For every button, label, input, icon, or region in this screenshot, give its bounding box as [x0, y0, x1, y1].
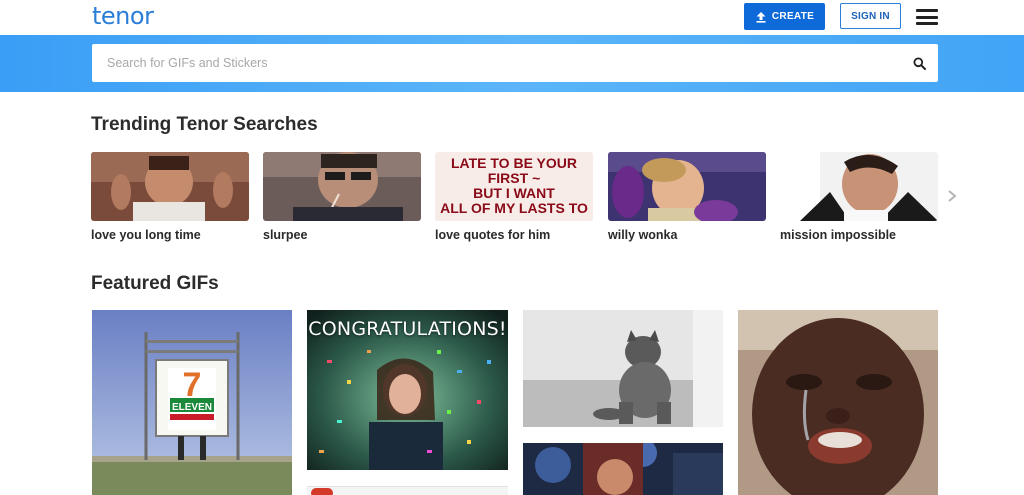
featured-title: Featured GIFs — [91, 273, 219, 294]
trending-thumbnail[interactable]: LATE TO BE YOUR FIRST ~ BUT I WANT ALL O… — [435, 152, 593, 221]
trending-item[interactable]: willy wonka — [608, 152, 766, 242]
trending-label[interactable]: love quotes for him — [435, 228, 593, 242]
trending-label[interactable]: mission impossible — [780, 228, 938, 242]
quote-image-text: LATE TO BE YOUR FIRST ~ BUT I WANT ALL O… — [440, 155, 588, 216]
trending-label[interactable]: love you long time — [91, 228, 249, 242]
trending-item[interactable]: slurpee — [263, 152, 421, 242]
trending-thumbnail[interactable] — [91, 152, 249, 221]
featured-gif[interactable] — [738, 310, 938, 495]
seven-eleven-sign-text: ELEVEN — [172, 402, 212, 413]
featured-gif[interactable] — [523, 310, 723, 427]
search-box — [92, 44, 938, 82]
upload-icon — [756, 11, 766, 23]
trending-label[interactable]: slurpee — [263, 228, 421, 242]
create-button[interactable]: CREATE — [744, 3, 825, 30]
hamburger-menu-icon[interactable] — [916, 9, 938, 25]
gif-thumbnail-partial — [311, 488, 333, 495]
sign-in-button[interactable]: SIGN IN — [840, 3, 901, 29]
featured-gif[interactable]: CONGRATULATIONS! — [307, 310, 508, 470]
create-label: CREATE — [771, 11, 815, 22]
featured-gif[interactable] — [523, 443, 723, 495]
trending-thumbnail[interactable] — [780, 152, 938, 221]
trending-thumbnail[interactable] — [263, 152, 421, 221]
featured-gif[interactable]: 7 ELEVEN — [92, 310, 292, 495]
search-icon[interactable] — [913, 57, 926, 70]
search-input[interactable] — [92, 44, 892, 82]
trending-item[interactable]: mission impossible — [780, 152, 938, 242]
trending-title: Trending Tenor Searches — [91, 114, 318, 135]
trending-item[interactable]: LATE TO BE YOUR FIRST ~ BUT I WANT ALL O… — [435, 152, 593, 242]
top-bar: tenor CREATE SIGN IN — [0, 0, 1024, 35]
trending-item[interactable]: love you long time — [91, 152, 249, 242]
tenor-logo[interactable]: tenor — [92, 2, 154, 30]
chevron-right-icon[interactable] — [946, 189, 958, 203]
trending-label[interactable]: willy wonka — [608, 228, 766, 242]
trending-thumbnail[interactable] — [608, 152, 766, 221]
congratulations-caption: CONGRATULATIONS! — [308, 318, 507, 340]
featured-gif[interactable] — [307, 486, 508, 495]
search-band — [0, 35, 1024, 92]
